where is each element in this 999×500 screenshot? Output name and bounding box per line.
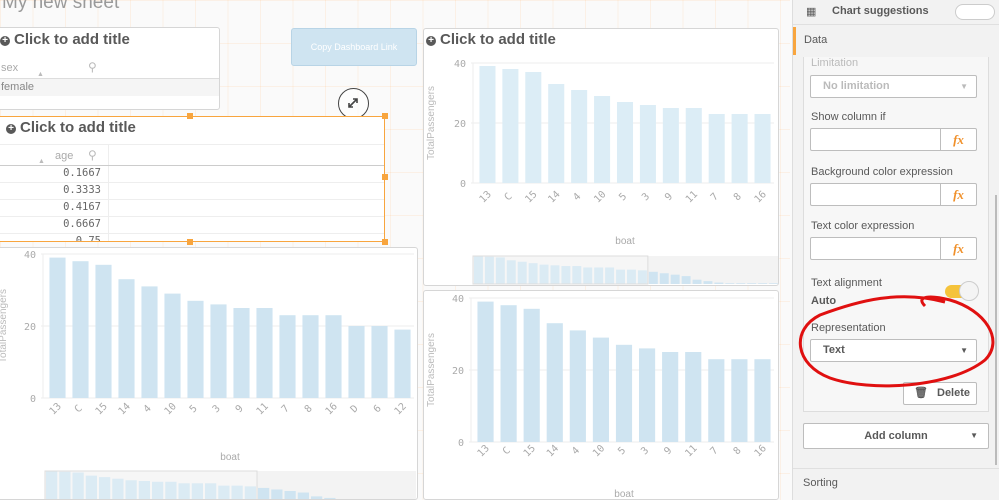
red-annotation-circle <box>798 295 995 388</box>
